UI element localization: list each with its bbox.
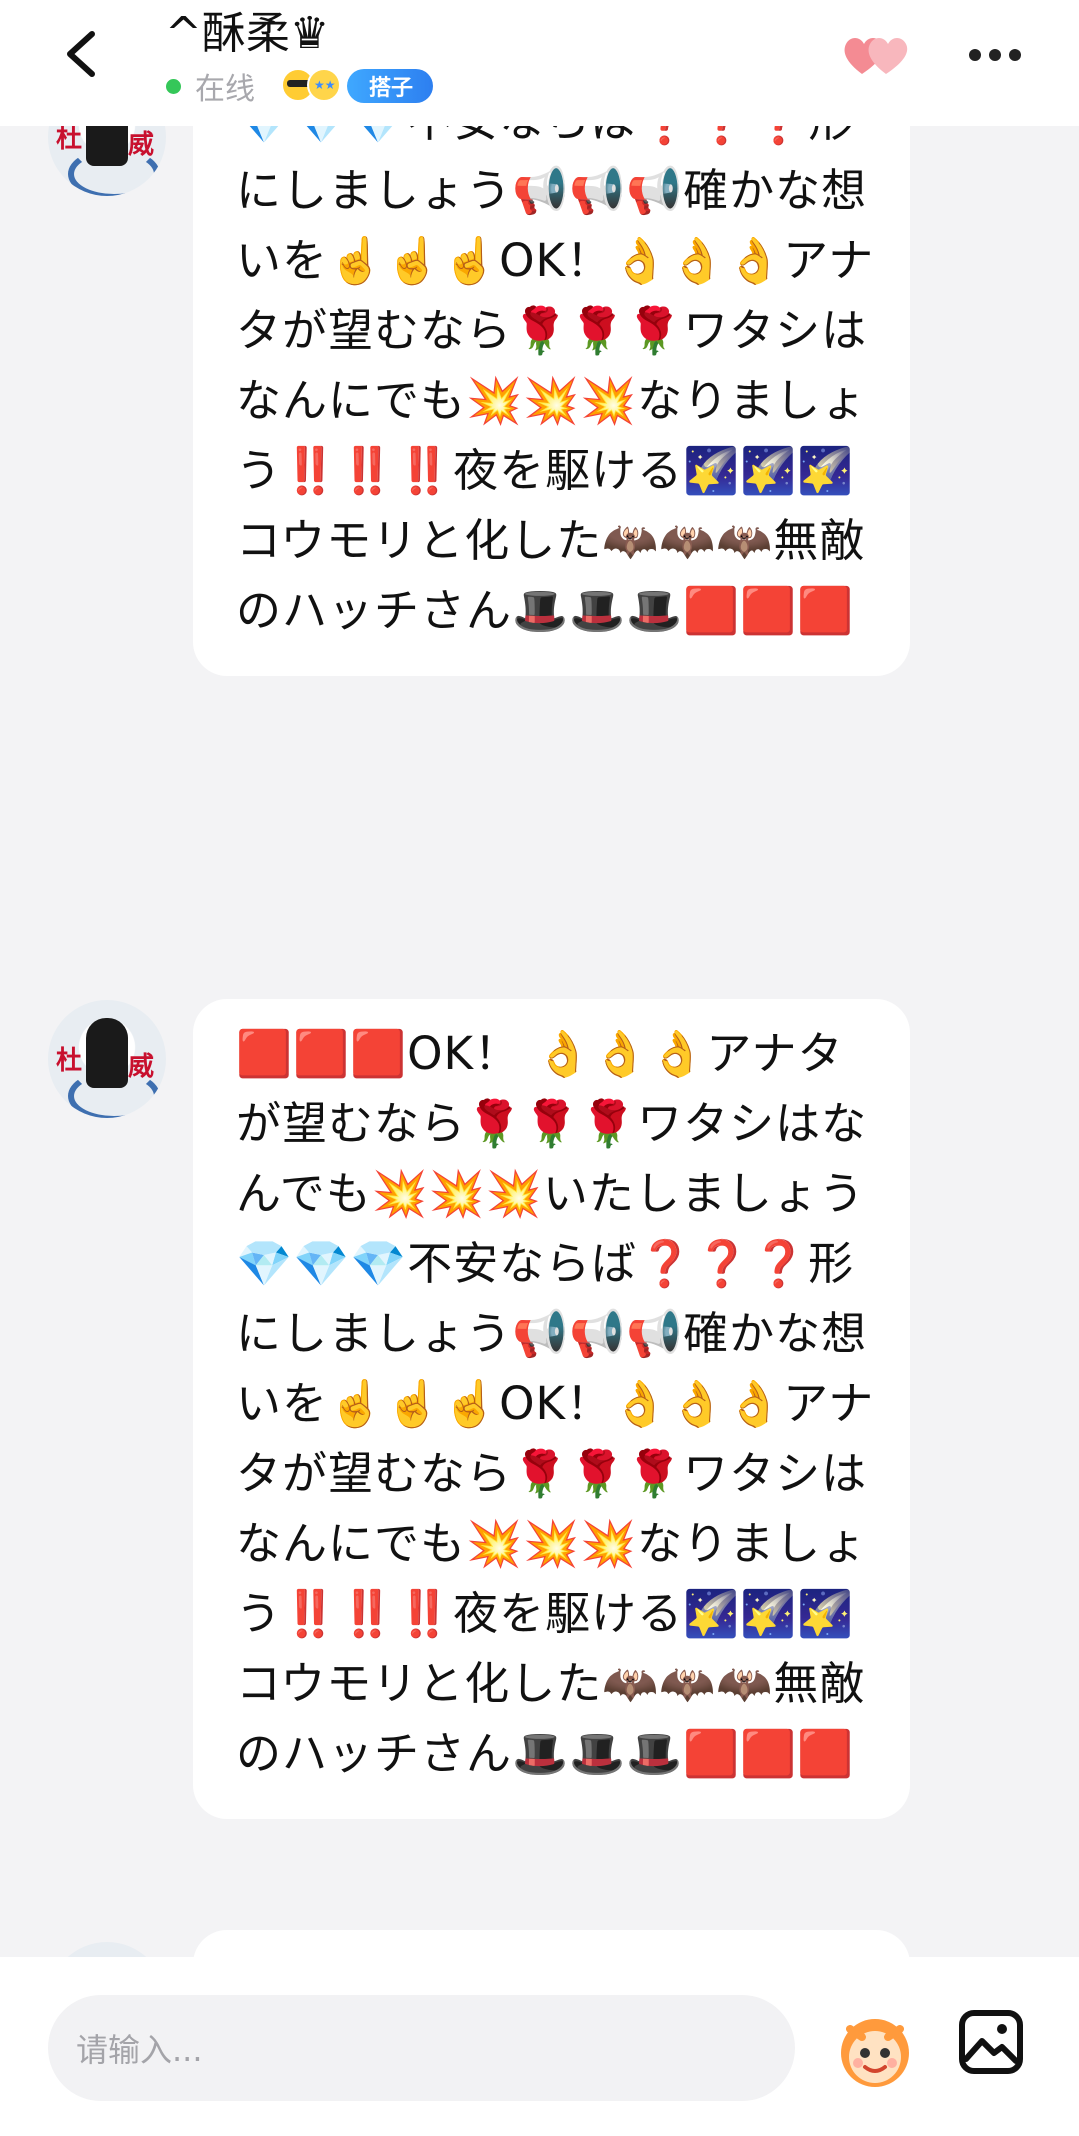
avatar[interactable]: 杜威 [48,1000,166,1118]
message-bubble[interactable]: 🟥🟥🟥OK！ 👌👌👌アナタが望むなら🌹🌹🌹ワタシはなんでも💥💥💥いたしましょう💎… [193,126,910,676]
chat-header: ^酥柔♛ 在线 ★★ 搭子 [0,0,1079,126]
more-icon[interactable] [965,40,1025,70]
hearts-icon[interactable] [840,30,910,80]
badge-label: 搭子 [347,69,434,103]
partner-badge[interactable]: ★★ 搭子 [281,68,434,104]
avatar[interactable]: 杜威 [48,126,166,196]
online-status: 在线 [195,72,255,107]
message-text: 🟥🟥🟥OK！ 👌👌👌アナタが望むなら🌹🌹🌹ワタシはなんでも💥💥💥いたしましょう💎… [236,1027,875,1780]
badge-faces-icon: ★★ [281,68,353,104]
sticker-icon[interactable] [832,2007,918,2093]
message-list[interactable]: 杜威 🟥🟥🟥OK！ 👌👌👌アナタが望むなら🌹🌹🌹ワタシはなんでも💥💥💥いたしまし… [0,126,1079,1957]
avatar[interactable] [48,1942,166,1957]
back-arrow-icon[interactable] [58,28,106,80]
image-icon[interactable] [958,2009,1024,2075]
online-dot-icon [166,78,181,94]
message-bubble[interactable]: 🟥🟥🟥OK！ 👌👌👌アナタが望むなら🌹🌹🌹ワタシはなんでも💥💥💥いたしましょう💎… [193,999,910,1819]
status-row: 在线 ★★ 搭子 [166,66,434,107]
input-bar: 请输入... [0,1957,1079,2136]
message-bubble[interactable] [193,1930,910,1957]
contact-name[interactable]: ^酥柔♛ [165,8,329,60]
message-text: 🟥🟥🟥OK！ 👌👌👌アナタが望むなら🌹🌹🌹ワタシはなんでも💥💥💥いたしましょう💎… [236,126,875,637]
message-input[interactable]: 请输入... [48,1995,795,2101]
